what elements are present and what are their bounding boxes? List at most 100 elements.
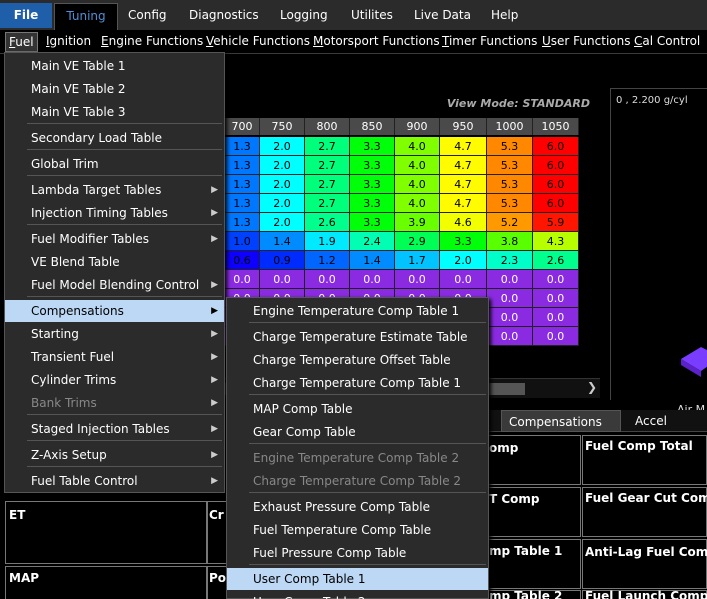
tab-accel[interactable]: Accel [628,410,707,432]
fuel-menu-item-starting[interactable]: Starting ▶ [5,323,224,345]
comp-menu-item-engine-temperature-comp-table-1[interactable]: Engine Temperature Comp Table 1 [227,300,488,322]
fuel-menu-item-transient-fuel[interactable]: Transient Fuel ▶ [5,346,224,368]
menu-vehicle-functions[interactable]: Vehicle Functions [206,34,310,48]
table-cell[interactable]: 6.0 [533,175,579,194]
fuel-menu-item-fuel-model-blending-control[interactable]: Fuel Model Blending Control ▶ [5,274,224,296]
table-cell[interactable]: 4.7 [440,156,487,175]
table-cell[interactable]: 2.6 [305,213,350,232]
table-cell[interactable]: 1.4 [260,232,305,251]
table-cell[interactable]: 4.0 [395,156,440,175]
table-cell[interactable]: 2.6 [533,251,579,270]
table-cell[interactable]: 4.0 [395,137,440,156]
comp-menu-item-fuel-temperature-comp-table[interactable]: Fuel Temperature Comp Table [227,519,488,541]
gauge-tile-anti-lag-fuel-comp[interactable]: Anti-Lag Fuel Comp [582,539,707,589]
table-cell[interactable]: 3.3 [440,232,487,251]
table-cell[interactable]: 3.9 [395,213,440,232]
table-cell[interactable]: 2.7 [305,194,350,213]
gauge-tile-fuel-comp-total[interactable]: Fuel Comp Total [582,435,707,485]
table-cell[interactable]: 0.0 [487,327,533,346]
gauge-tile-comp-table-1[interactable]: mp Table 1 [478,539,581,589]
table-cell[interactable]: 5.3 [487,194,533,213]
gauge-tile-fuel-launch-comp[interactable]: Fuel Launch Comp [582,589,707,599]
fuel-menu-item-fuel-table-control[interactable]: Fuel Table Control ▶ [5,470,224,492]
table-cell[interactable]: 3.3 [350,137,395,156]
fuel-menu-item-main-ve-table-3[interactable]: Main VE Table 3 [5,101,224,123]
table-cell[interactable]: 0.0 [533,289,579,308]
table-cell[interactable]: 0.0 [533,308,579,327]
table-cell[interactable]: 4.7 [440,175,487,194]
table-cell[interactable]: 2.0 [260,175,305,194]
table-cell[interactable]: 0.9 [260,251,305,270]
table-cell[interactable]: 2.7 [305,175,350,194]
table-cell[interactable]: 0.0 [533,270,579,289]
tab-compensations[interactable]: Compensations [501,410,621,432]
table-cell[interactable]: 1.3 [225,156,260,175]
fuel-menu-item-staged-injection-tables[interactable]: Staged Injection Tables ▶ [5,418,224,440]
table-cell[interactable]: 2.4 [350,232,395,251]
table-cell[interactable]: 4.3 [533,232,579,251]
table-cell[interactable]: 5.3 [487,156,533,175]
comp-menu-item-charge-temperature-estimate-table[interactable]: Charge Temperature Estimate Table [227,326,488,348]
table-cell[interactable]: 5.3 [487,137,533,156]
ribbon-tab-help[interactable]: Help [491,4,518,26]
table-cell[interactable]: 4.7 [440,137,487,156]
table-cell[interactable]: 3.3 [350,213,395,232]
scroll-right-arrow-icon[interactable]: ❯ [587,380,597,394]
table-cell[interactable]: 1.4 [350,251,395,270]
comp-menu-item-charge-temperature-offset-table[interactable]: Charge Temperature Offset Table [227,349,488,371]
table-cell[interactable]: 4.0 [395,194,440,213]
comp-menu-item-user-comp-table-1[interactable]: User Comp Table 1 [227,568,488,590]
table-cell[interactable]: 0.0 [395,270,440,289]
table-cell[interactable]: 4.7 [440,194,487,213]
surface-graph-panel[interactable]: 0 , 2.200 g/cyl Air M [610,88,707,416]
table-cell[interactable]: 6.0 [533,137,579,156]
table-cell[interactable]: 5.3 [487,175,533,194]
table-cell[interactable]: 2.0 [260,156,305,175]
fuel-menu-item-lambda-target-tables[interactable]: Lambda Target Tables ▶ [5,179,224,201]
gauge-tile-map[interactable]: MAP [5,566,207,599]
table-cell[interactable]: 3.3 [350,194,395,213]
table-cell[interactable]: 2.0 [260,213,305,232]
fuel-menu-item-global-trim[interactable]: Global Trim [5,153,224,175]
fuel-menu-item-z-axis-setup[interactable]: Z-Axis Setup ▶ [5,444,224,466]
table-cell[interactable]: 1.9 [305,232,350,251]
gauge-tile-t-comp[interactable]: T Comp [478,487,581,537]
ribbon-tab-live-data[interactable]: Live Data [414,4,471,26]
table-cell[interactable]: 0.0 [305,270,350,289]
table-cell[interactable]: 2.7 [305,156,350,175]
table-cell[interactable]: 3.8 [487,232,533,251]
table-cell[interactable]: 0.0 [487,308,533,327]
fuel-menu-item-fuel-modifier-tables[interactable]: Fuel Modifier Tables ▶ [5,228,224,250]
table-cell[interactable]: 3.3 [350,175,395,194]
table-cell[interactable]: 5.9 [533,213,579,232]
comp-menu-item-gear-comp-table[interactable]: Gear Comp Table [227,421,488,443]
table-cell[interactable]: 3.3 [350,156,395,175]
table-cell[interactable]: 1.3 [225,213,260,232]
comp-menu-item-map-comp-table[interactable]: MAP Comp Table [227,398,488,420]
table-cell[interactable]: 1.3 [225,137,260,156]
table-cell[interactable]: 4.6 [440,213,487,232]
table-cell[interactable]: 2.0 [440,251,487,270]
gauge-tile-comp[interactable]: omp [478,435,581,485]
table-cell[interactable]: 2.3 [487,251,533,270]
table-cell[interactable]: 2.0 [260,137,305,156]
comp-menu-item-fuel-pressure-comp-table[interactable]: Fuel Pressure Comp Table [227,542,488,564]
table-cell[interactable]: 0.6 [225,251,260,270]
table-cell[interactable]: 2.7 [305,137,350,156]
table-cell[interactable]: 1.3 [225,175,260,194]
table-cell[interactable]: 1.3 [225,194,260,213]
gauge-tile-fuel-gear-cut-comp[interactable]: Fuel Gear Cut Comp [582,487,707,537]
ribbon-tab-config[interactable]: Config [128,4,167,26]
comp-menu-item-exhaust-pressure-comp-table[interactable]: Exhaust Pressure Comp Table [227,496,488,518]
fuel-menu-item-cylinder-trims[interactable]: Cylinder Trims ▶ [5,369,224,391]
menu-motorsport-functions[interactable]: Motorsport Functions [313,34,440,48]
table-cell[interactable]: 2.0 [260,194,305,213]
ribbon-tab-file[interactable]: File [0,3,52,28]
table-cell[interactable]: 0.0 [225,270,260,289]
ribbon-tab-utilites[interactable]: Utilites [351,4,393,26]
comp-menu-item-charge-temperature-comp-table-1[interactable]: Charge Temperature Comp Table 1 [227,372,488,394]
table-cell[interactable]: 4.0 [395,175,440,194]
ribbon-tab-tuning[interactable]: Tuning [54,3,118,30]
table-cell[interactable]: 1.0 [225,232,260,251]
menu-cal-control[interactable]: Cal Control [634,34,700,48]
